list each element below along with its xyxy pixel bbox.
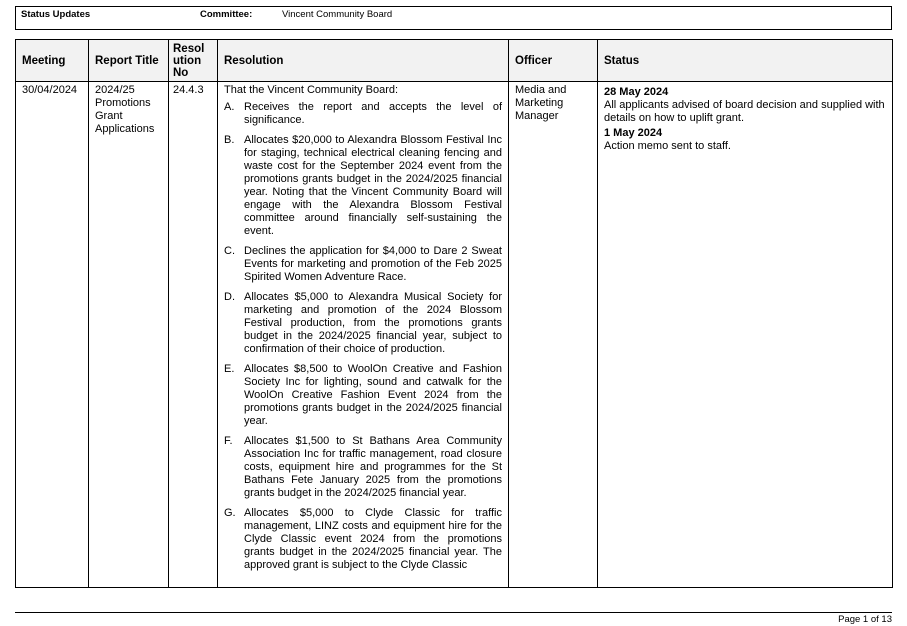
- resolution-no-cell: 24.4.3: [168, 81, 218, 588]
- column-header-officer: Officer: [508, 39, 598, 82]
- status-text: Action memo sent to staff.: [604, 140, 731, 152]
- column-header-resolution-no: Resol ution No: [168, 39, 218, 82]
- resolution-item-e: E. Allocates $8,500 to WoolOn Creative a…: [224, 363, 502, 428]
- status-table: Meeting Report Title Resol ution No Reso…: [15, 39, 893, 588]
- resolution-item-f: F. Allocates $1,500 to St Bathans Area C…: [224, 435, 502, 500]
- resolution-text: Allocates $5,000 to Clyde Classic for tr…: [244, 507, 502, 571]
- resolution-letter: A.: [224, 101, 235, 113]
- resolution-list: A. Receives the report and accepts the l…: [224, 101, 502, 572]
- resolution-text: Allocates $20,000 to Alexandra Blossom F…: [244, 134, 502, 237]
- resolution-letter: C.: [224, 245, 235, 257]
- resolution-item-d: D. Allocates $5,000 to Alexandra Musical…: [224, 291, 502, 356]
- status-date: 28 May 2024: [604, 86, 669, 98]
- resolution-text: Allocates $8,500 to WoolOn Creative and …: [244, 363, 502, 427]
- status-text: All applicants advised of board decision…: [604, 99, 885, 124]
- resolution-item-g: G. Allocates $5,000 to Clyde Classic for…: [224, 507, 502, 572]
- committee-value: Vincent Community Board: [282, 9, 393, 20]
- resolution-intro: That the Vincent Community Board:: [224, 84, 399, 96]
- column-header-report-title: Report Title: [88, 39, 169, 82]
- resolution-item-c: C. Declines the application for $4,000 t…: [224, 245, 502, 284]
- officer-cell: Media and Marketing Manager: [508, 81, 598, 588]
- footer-divider: [15, 612, 892, 613]
- resolution-text: Allocates $1,500 to St Bathans Area Comm…: [244, 435, 502, 499]
- resolution-letter: G.: [224, 507, 236, 519]
- status-date: 1 May 2024: [604, 127, 663, 139]
- header-title: Status Updates: [21, 9, 91, 20]
- page-number: Page 1 of 13: [838, 614, 892, 625]
- resolution-cell: That the Vincent Community Board: A. Rec…: [217, 81, 509, 588]
- table-header-row: Meeting Report Title Resol ution No Reso…: [15, 39, 893, 82]
- resolution-item-b: B. Allocates $20,000 to Alexandra Blosso…: [224, 134, 502, 238]
- meeting-cell: 30/04/2024: [15, 81, 89, 588]
- column-header-meeting: Meeting: [15, 39, 89, 82]
- status-cell: 28 May 2024 All applicants advised of bo…: [597, 81, 893, 588]
- resolution-letter: F.: [224, 435, 233, 447]
- resolution-letter: D.: [224, 291, 235, 303]
- resolution-text: Receives the report and accepts the leve…: [244, 101, 502, 126]
- committee-label: Committee:: [200, 9, 253, 20]
- resolution-text: Allocates $5,000 to Alexandra Musical So…: [244, 291, 502, 355]
- resolution-letter: B.: [224, 134, 235, 146]
- resolution-letter: E.: [224, 363, 235, 375]
- header-box: Status Updates Committee: Vincent Commun…: [15, 6, 892, 30]
- column-header-status: Status: [597, 39, 893, 82]
- resolution-text: Declines the application for $4,000 to D…: [244, 245, 502, 283]
- report-title-cell: 2024/25 Promotions Grant Applications: [88, 81, 169, 588]
- table-row: 30/04/2024 2024/25 Promotions Grant Appl…: [15, 81, 893, 588]
- resolution-item-a: A. Receives the report and accepts the l…: [224, 101, 502, 127]
- column-header-resolution: Resolution: [217, 39, 509, 82]
